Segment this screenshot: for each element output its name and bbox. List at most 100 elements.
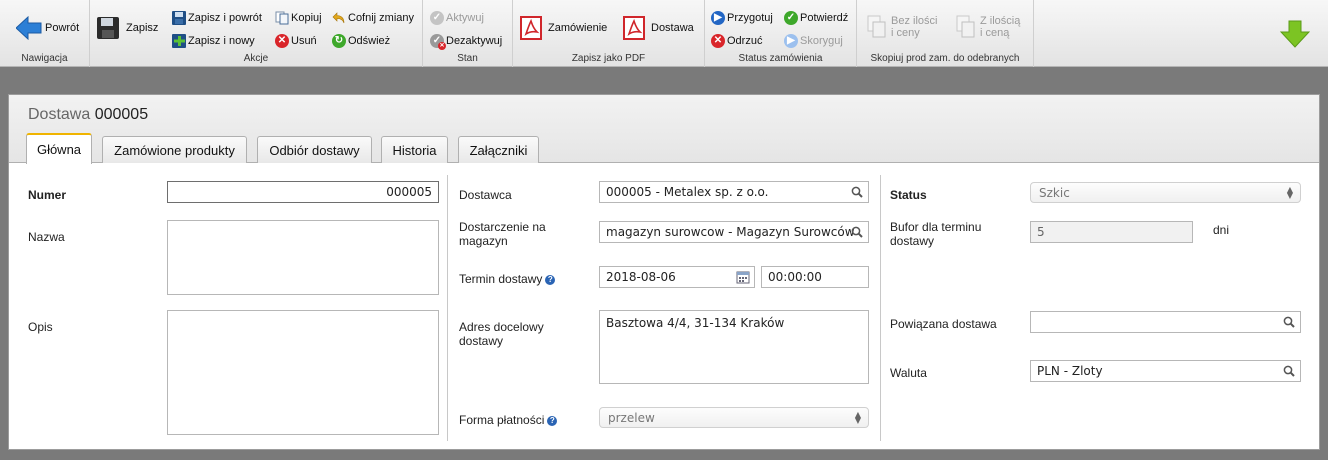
pdf-delivery-button[interactable]: Dostawa — [623, 16, 694, 40]
help-icon[interactable]: ? — [545, 275, 556, 285]
help-icon[interactable]: ? — [547, 416, 558, 426]
delete-button[interactable]: ✕ Usuń — [275, 34, 317, 48]
description-label: Opis — [28, 320, 53, 334]
copy-without-qty-button[interactable]: Bez ilości i ceny — [867, 15, 937, 39]
tab-main[interactable]: Główna — [26, 133, 92, 164]
page-title-number: 000005 — [94, 106, 149, 123]
warehouse-field[interactable]: magazyn surowcow - Magazyn Surowców — [599, 221, 869, 243]
buffer-label-line2: dostawy — [890, 234, 935, 248]
currency-field[interactable]: PLN - Zloty — [1030, 360, 1301, 382]
check-icon: ✓ — [430, 11, 444, 25]
confirm-button[interactable]: ✓ Potwierdź — [784, 11, 848, 25]
delete-label: Usuń — [291, 35, 317, 47]
copy-without-qty-label-line1: Bez ilości — [891, 15, 938, 27]
delivery-time-field[interactable]: 00:00:00 — [761, 266, 869, 288]
group-label-copy-products: Skopiuj prod zam. do odebranych — [870, 53, 1020, 64]
address-label-line2: dostawy — [459, 334, 504, 348]
arrow-left-icon — [16, 16, 42, 40]
address-label-line1: Adres docelowy — [459, 320, 544, 334]
copy-with-qty-label-line1: Z ilością — [980, 15, 1021, 27]
related-delivery-field[interactable] — [1030, 311, 1301, 333]
save-label: Zapisz — [126, 22, 159, 34]
activate-button[interactable]: ✓ Aktywuj — [430, 11, 484, 25]
warehouse-label-line1: Dostarczenie na — [459, 220, 546, 234]
payment-value: przelew — [608, 410, 655, 425]
copy-with-qty-label-line2: i ceną — [980, 27, 1010, 39]
tab-history[interactable]: Historia — [381, 136, 448, 163]
related-delivery-label: Powiązana dostawa — [890, 317, 997, 331]
search-icon[interactable] — [846, 182, 868, 202]
address-field[interactable]: Basztowa 4/4, 31-134 Kraków — [599, 310, 869, 384]
group-label-pdf: Zapisz jako PDF — [571, 53, 646, 64]
copy-icon — [275, 11, 289, 25]
undo-button[interactable]: Cofnij zmiany — [332, 11, 414, 25]
correct-button[interactable]: ▶ Skoryguj — [784, 34, 843, 48]
copy-with-qty-button[interactable]: Z ilością i ceną — [956, 15, 1020, 39]
tab-attachments[interactable]: Załączniki — [458, 136, 539, 163]
check-icon: ✓ — [784, 11, 798, 25]
group-label-status: Status zamówienia — [738, 53, 823, 64]
group-status: ▶ Przygotuj ✓ Potwierdź ✕ Odrzuć ▶ Skory… — [705, 0, 857, 67]
save-new-label: Zapisz i nowy — [188, 35, 255, 47]
name-label: Nazwa — [28, 230, 65, 244]
currency-label: Waluta — [890, 366, 927, 380]
buffer-unit: dni — [1213, 223, 1230, 237]
delivery-date-field[interactable]: 2018-08-06 — [599, 266, 755, 288]
supplier-field[interactable]: 000005 - Metalex sp. z o.o. — [599, 181, 869, 203]
buffer-label-line1: Bufor dla terminu — [890, 220, 982, 234]
save-back-label: Zapisz i powrót — [188, 12, 262, 24]
delete-icon: ✕ — [275, 34, 289, 48]
status-label: Status — [890, 188, 927, 202]
pdf-order-button[interactable]: Zamówienie — [520, 16, 607, 40]
calendar-icon[interactable] — [732, 267, 754, 287]
tab-delivery-receipt[interactable]: Odbiór dostawy — [257, 136, 372, 163]
reject-button[interactable]: ✕ Odrzuć — [711, 34, 762, 48]
back-button[interactable]: Powrót — [16, 16, 79, 40]
tab-ordered-products[interactable]: Zamówione produkty — [102, 136, 247, 163]
page-title-prefix: Dostawa — [28, 106, 91, 123]
activate-label: Aktywuj — [446, 12, 484, 24]
refresh-button[interactable]: ↻ Odśwież — [332, 34, 390, 48]
warehouse-value: magazyn surowcow - Magazyn Surowców — [606, 225, 855, 239]
copy-button[interactable]: Kopiuj — [275, 11, 322, 25]
prepare-button[interactable]: ▶ Przygotuj — [711, 11, 773, 25]
delivery-date-label-text: Termin dostawy — [459, 272, 543, 286]
payment-label-text: Forma płatności — [459, 413, 545, 427]
group-copy-products: Bez ilości i ceny Z ilością i ceną Skopi… — [857, 0, 1034, 67]
search-icon[interactable] — [1278, 312, 1300, 332]
search-icon[interactable] — [846, 222, 868, 242]
confirm-label: Potwierdź — [800, 12, 849, 24]
document-copy-icon — [956, 15, 975, 38]
warehouse-label-line2: magazyn — [459, 234, 508, 248]
payment-label: Forma płatności? — [459, 413, 558, 427]
refresh-label: Odśwież — [348, 35, 391, 47]
name-field[interactable] — [167, 220, 439, 295]
pdf-icon — [623, 16, 645, 40]
buffer-field[interactable]: 5 — [1030, 221, 1193, 243]
status-select[interactable]: Szkic ▲ ▼ — [1030, 182, 1301, 203]
number-field[interactable]: 000005 — [167, 181, 439, 203]
deactivate-label: Dezaktywuj — [446, 35, 503, 47]
arrow-down-icon[interactable] — [1280, 20, 1310, 48]
save-back-button[interactable]: Zapisz i powrót — [172, 11, 262, 25]
group-actions: Zapisz Zapisz i powrót Zapisz i nowy Kop… — [90, 0, 423, 67]
refresh-icon: ↻ — [332, 34, 346, 48]
pdf-icon — [520, 16, 542, 40]
pdf-delivery-label: Dostawa — [651, 22, 694, 34]
search-icon[interactable] — [1278, 361, 1300, 381]
save-button[interactable]: Zapisz — [96, 16, 158, 40]
payment-select[interactable]: przelew ▲ ▼ — [599, 407, 869, 428]
copy-without-qty-label-line2: i ceny — [891, 27, 920, 39]
copy-with-qty-text: Z ilością i ceną — [980, 15, 1020, 39]
description-field[interactable] — [167, 310, 439, 435]
deactivate-icon: ✓ ✕ — [430, 34, 446, 50]
save-new-button[interactable]: Zapisz i nowy — [172, 34, 255, 48]
delivery-date-value: 2018-08-06 — [606, 270, 676, 284]
delivery-date-label: Termin dostawy? — [459, 272, 556, 286]
deactivate-button[interactable]: ✓ ✕ Dezaktywuj — [430, 34, 503, 50]
document-copy-icon — [867, 15, 886, 38]
group-pdf: Zamówienie Dostawa Zapisz jako PDF — [513, 0, 705, 67]
toolbar: Powrót Nawigacja Zapisz Zapisz i powrót … — [0, 0, 1328, 67]
copy-label: Kopiuj — [291, 12, 322, 24]
currency-value: PLN - Zloty — [1037, 364, 1103, 378]
